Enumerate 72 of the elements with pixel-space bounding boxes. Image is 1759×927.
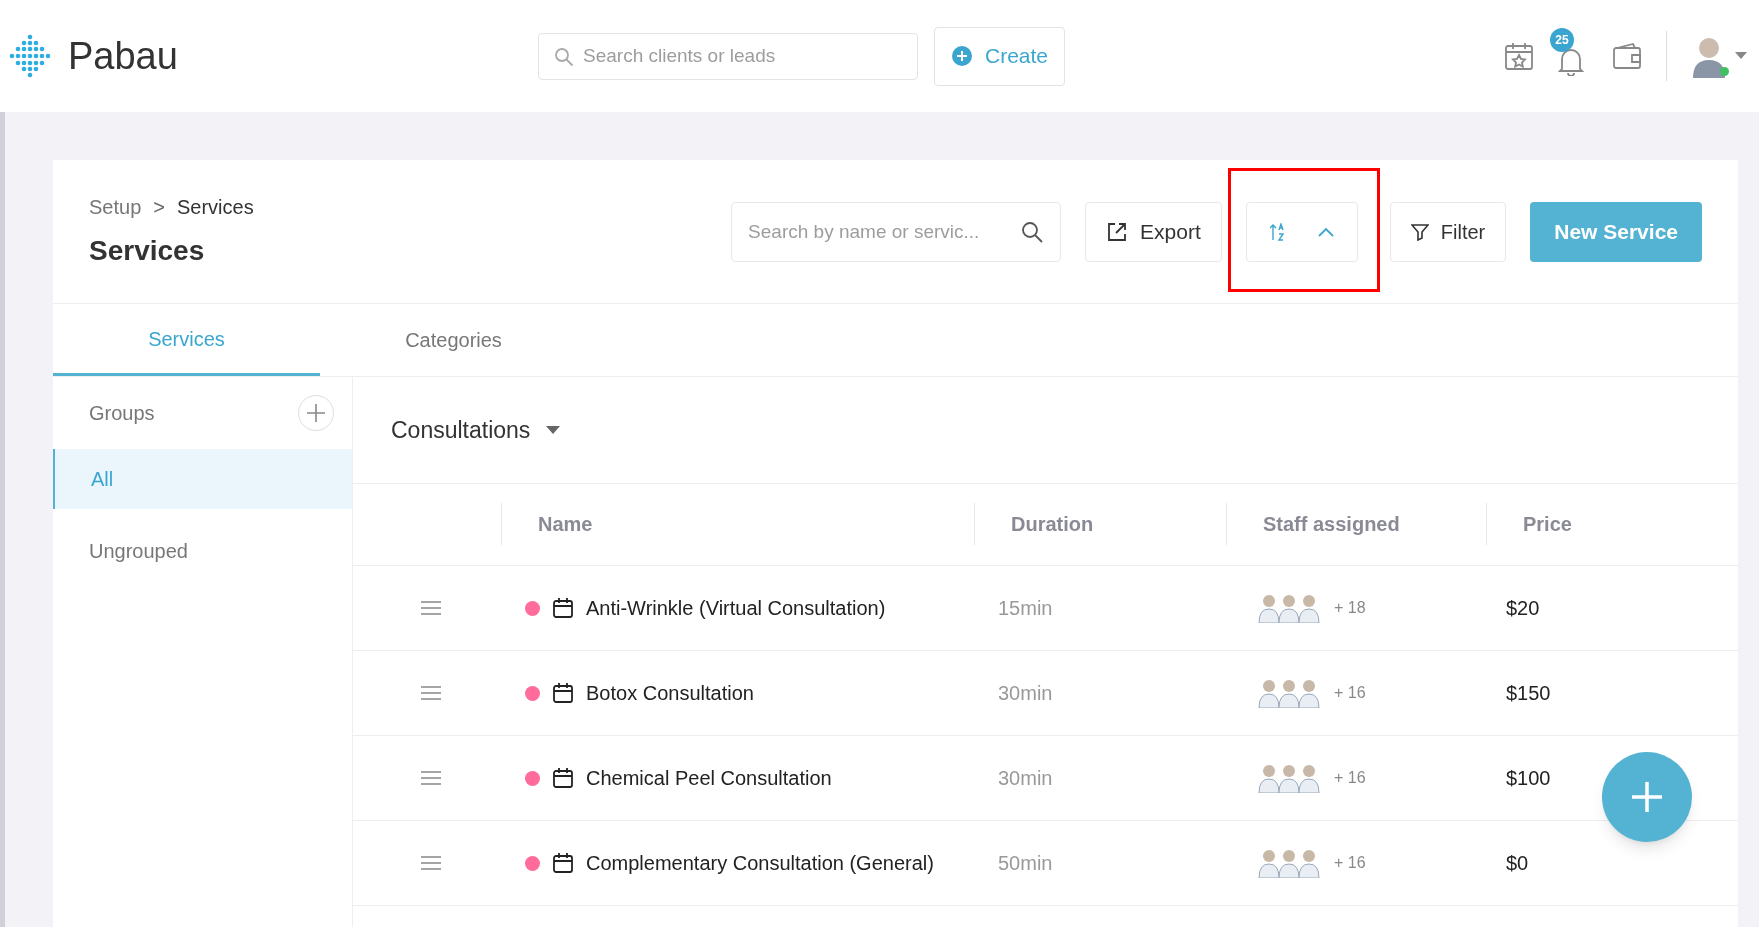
calendar-icon	[552, 682, 574, 704]
staff-more-count: + 16	[1334, 853, 1366, 873]
staff-avatar-icon	[1258, 678, 1280, 708]
export-button[interactable]: Export	[1085, 201, 1222, 262]
staff-more-count: + 18	[1334, 598, 1366, 618]
column-header[interactable]: Staff assigned	[1263, 508, 1400, 539]
staff-avatar-icon	[1278, 593, 1300, 623]
groups-heading: Groups	[89, 401, 155, 426]
breadcrumb-item: Services	[176, 194, 254, 220]
drag-handle-icon[interactable]	[421, 855, 441, 871]
calendar-icon	[552, 852, 574, 874]
service-name[interactable]: Botox Consultation	[586, 676, 936, 710]
price-cell: $100	[1506, 767, 1551, 789]
staff-avatar-icon	[1298, 593, 1320, 623]
filter-button[interactable]: Filter	[1389, 201, 1507, 262]
staff-avatar-icon	[1278, 678, 1300, 708]
duration-cell: 15min	[998, 597, 1053, 619]
breadcrumb-separator: >	[153, 194, 165, 220]
bell-icon[interactable]	[1558, 46, 1584, 76]
staff-avatar-icon	[1298, 678, 1320, 708]
logo-text: Pabau	[68, 33, 178, 79]
price-cell: $0	[1506, 852, 1529, 874]
drag-handle-icon[interactable]	[421, 770, 441, 786]
chevron-up-icon	[1317, 226, 1334, 237]
staff-avatar-icon	[1258, 763, 1280, 793]
tab[interactable]: Categories	[320, 304, 587, 376]
column-header[interactable]: Duration	[1011, 508, 1094, 539]
plus-icon	[1632, 782, 1662, 812]
dropdown-caret-icon[interactable]	[546, 425, 561, 435]
tab[interactable]: Services	[53, 304, 320, 376]
plus-icon	[307, 404, 325, 422]
caret-icon[interactable]	[1735, 52, 1747, 60]
staff-avatar-icon	[1278, 848, 1300, 878]
duration-cell: 50min	[998, 852, 1053, 874]
duration-cell: 30min	[998, 682, 1053, 704]
service-search-field[interactable]: Search by name or servic...	[731, 201, 1062, 262]
service-name[interactable]: Anti-Wrinkle (Virtual Consultation)	[586, 591, 936, 625]
sort-az-icon	[1269, 222, 1286, 241]
column-header[interactable]: Name	[538, 508, 593, 539]
staff-avatar-icon	[1258, 593, 1280, 623]
drag-handle-icon[interactable]	[421, 685, 441, 701]
new-service-button[interactable]: New Service	[1530, 201, 1702, 262]
staff-avatar-icon	[1278, 763, 1300, 793]
plus-circle-icon	[951, 45, 973, 67]
calendar-star-icon[interactable]	[1504, 41, 1534, 71]
search-icon	[1021, 220, 1044, 243]
calendar-icon	[552, 767, 574, 789]
staff-avatar-icon	[1298, 848, 1320, 878]
calendar-icon	[552, 597, 574, 619]
duration-cell: 30min	[998, 767, 1053, 789]
group-title: Consultations	[391, 415, 531, 445]
sidebar-item[interactable]: All	[53, 449, 352, 509]
column-header[interactable]: Price	[1523, 508, 1572, 539]
staff-avatar-icon	[1298, 763, 1320, 793]
create-button[interactable]: Create	[934, 26, 1066, 86]
price-cell: $20	[1506, 597, 1540, 619]
drag-handle-icon[interactable]	[421, 600, 441, 616]
staff-more-count: + 16	[1334, 768, 1366, 788]
search-icon	[554, 46, 574, 67]
staff-avatar-icon	[1258, 848, 1280, 878]
export-icon	[1106, 220, 1129, 243]
client-search-field[interactable]: Search clients or leads	[538, 32, 918, 80]
breadcrumb-item[interactable]: Setup	[89, 191, 142, 222]
staff-more-count: + 16	[1334, 683, 1366, 703]
service-name[interactable]: Chemical Peel Consultation	[586, 761, 936, 795]
page-title: Services	[89, 233, 206, 268]
price-cell: $150	[1506, 682, 1551, 704]
service-name[interactable]: Complementary Consultation (General)	[586, 846, 936, 880]
sidebar-item[interactable]: Ungrouped	[53, 521, 352, 581]
wallet-icon[interactable]	[1612, 42, 1642, 70]
notification-badge: 25	[1550, 28, 1574, 52]
filter-icon	[1410, 222, 1429, 241]
